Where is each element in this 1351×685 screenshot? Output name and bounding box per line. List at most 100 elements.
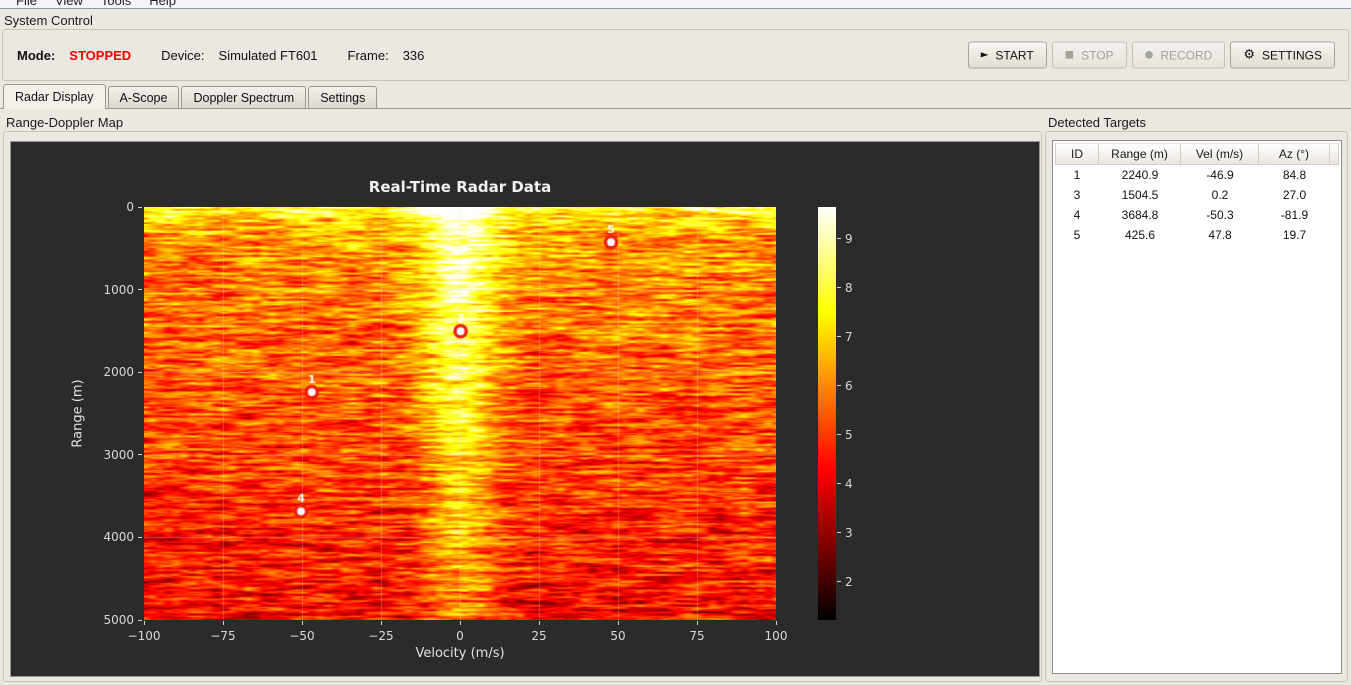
button-label: STOP	[1081, 48, 1114, 62]
y-tick-mark	[138, 536, 142, 538]
x-axis-label: Velocity (m/s)	[415, 646, 505, 661]
colorbar	[818, 207, 836, 620]
colorbar-tick-label: 2	[845, 574, 853, 589]
x-tick-label: −25	[368, 629, 394, 643]
x-tick-label: 0	[456, 629, 464, 643]
column-header-vel[interactable]: Vel (m/s)	[1181, 143, 1259, 165]
gear-icon: ⚙	[1243, 47, 1255, 63]
menu-bar: File View Tools Help	[0, 0, 1351, 9]
control-buttons: ► START ■ STOP ● RECORD ⚙ SETTINGS	[967, 41, 1335, 69]
settings-button[interactable]: ⚙ SETTINGS	[1230, 41, 1335, 69]
y-tick-mark	[138, 206, 142, 208]
colorbar-tick-mark	[837, 336, 841, 338]
colorbar-tick-label: 4	[845, 476, 853, 491]
column-header-az[interactable]: Az (°)	[1259, 143, 1330, 165]
colorbar-tick-mark	[837, 287, 841, 289]
button-label: RECORD	[1160, 48, 1213, 62]
x-tick-mark	[222, 621, 224, 625]
x-tick-label: −50	[289, 629, 315, 643]
table-cell: 2240.9	[1121, 168, 1159, 182]
menu-item-view[interactable]: View	[46, 0, 92, 8]
menu-item-help[interactable]: Help	[140, 0, 185, 8]
targets-table: ID Range (m) Vel (m/s) Az (°) 1 2240.9 -46.9 8…	[1052, 140, 1342, 674]
targets-table-header: ID Range (m) Vel (m/s) Az (°)	[1055, 143, 1339, 165]
tab-doppler-spectrum[interactable]: Doppler Spectrum	[181, 86, 307, 108]
mode-label: Mode:	[17, 47, 56, 63]
table-cell: 19.7	[1282, 228, 1307, 242]
table-row[interactable]: 1 2240.9 -46.9 84.8	[1055, 165, 1339, 185]
table-cell: -81.9	[1280, 208, 1309, 222]
frame-field: Frame: 336	[348, 48, 425, 63]
frame-value: 336	[402, 47, 425, 63]
radar-plot-panel: Real-Time Radar Data Velocity (m/s) Rang…	[10, 141, 1040, 677]
table-cell: 425.6	[1124, 228, 1156, 242]
y-tick-label: 1000	[103, 282, 134, 297]
play-icon: ►	[980, 49, 989, 60]
table-cell: 0.2	[1211, 188, 1229, 202]
app-window: File View Tools Help System Control Mode: ST…	[0, 0, 1351, 685]
button-label: SETTINGS	[1261, 48, 1322, 62]
x-tick-label: 75	[689, 629, 705, 643]
y-tick-mark	[138, 371, 142, 373]
colorbar-tick-label: 9	[845, 231, 853, 246]
y-tick-mark	[138, 454, 142, 456]
table-cell: 1	[1073, 168, 1081, 182]
tab-settings[interactable]: Settings	[308, 86, 378, 108]
x-tick-label: 100	[764, 629, 788, 643]
colorbar-tick-mark	[837, 434, 841, 436]
x-tick-mark	[617, 621, 619, 625]
button-label: START	[995, 48, 1034, 62]
menu-item-tools[interactable]: Tools	[92, 0, 140, 8]
device-value: Simulated FT601	[218, 47, 318, 63]
range-doppler-heatmap[interactable]	[144, 207, 776, 620]
y-tick-label: 2000	[103, 365, 134, 380]
x-tick-mark	[775, 621, 777, 625]
y-tick-label: 5000	[103, 613, 134, 627]
colorbar-tick-mark	[837, 238, 841, 240]
start-button[interactable]: ► START	[967, 41, 1047, 69]
y-tick-label: 0	[126, 200, 134, 214]
mode-field: Mode: STOPPED	[17, 48, 131, 63]
x-tick-mark	[538, 621, 540, 625]
device-label: Device:	[161, 47, 205, 63]
mode-value: STOPPED	[69, 47, 132, 63]
system-control-group: System Control Mode: STOPPED Device: Simula…	[0, 9, 1351, 82]
x-tick-label: 25	[531, 629, 547, 643]
system-control-frame: Mode: STOPPED Device: Simulated FT601 Frame:…	[2, 29, 1349, 81]
targets-table-body: 1 2240.9 -46.9 84.8 3 1504.5 0.2 27.0 4 3684.8 -50…	[1055, 165, 1339, 245]
column-header-id[interactable]: ID	[1055, 143, 1099, 165]
x-tick-mark	[301, 621, 303, 625]
status-fields: Mode: STOPPED Device: Simulated FT601 Frame:…	[17, 30, 424, 80]
menu-item-file[interactable]: File	[7, 0, 46, 8]
y-tick-label: 3000	[103, 447, 134, 462]
table-cell: 47.8	[1208, 228, 1232, 242]
column-header-range[interactable]: Range (m)	[1099, 143, 1181, 165]
table-cell: -50.3	[1206, 208, 1234, 222]
table-row[interactable]: 5 425.6 47.8 19.7	[1055, 225, 1339, 245]
table-row[interactable]: 4 3684.8 -50.3 -81.9	[1055, 205, 1339, 225]
table-row[interactable]: 3 1504.5 0.2 27.0	[1055, 185, 1339, 205]
frame-label: Frame:	[347, 47, 389, 63]
x-tick-mark	[143, 621, 145, 625]
x-tick-mark	[459, 621, 461, 625]
x-tick-label: 50	[610, 629, 626, 643]
colorbar-tick-label: 7	[845, 329, 853, 344]
plot-title: Real-Time Radar Data	[368, 178, 552, 196]
tab-a-scope[interactable]: A-Scope	[107, 86, 180, 108]
range-doppler-title: Range-Doppler Map	[6, 115, 124, 130]
x-tick-label: −75	[210, 629, 236, 643]
record-button: ● RECORD	[1131, 41, 1226, 69]
tab-radar-display[interactable]: Radar Display	[3, 84, 106, 109]
y-tick-mark	[138, 289, 142, 291]
tab-content: Range-Doppler Map Real-Time Radar Data V…	[0, 108, 1351, 685]
stop-button: ■ STOP	[1051, 41, 1127, 69]
table-cell: 5	[1073, 228, 1081, 242]
stop-icon: ■	[1064, 49, 1075, 60]
colorbar-tick-mark	[837, 581, 841, 583]
x-tick-label: −100	[127, 629, 161, 643]
colorbar-tick-label: 8	[845, 280, 853, 295]
detected-targets-title: Detected Targets	[1048, 115, 1147, 130]
table-cell: 1504.5	[1121, 188, 1159, 202]
y-axis-label: Range (m)	[70, 379, 86, 448]
table-cell: -46.9	[1206, 168, 1234, 182]
